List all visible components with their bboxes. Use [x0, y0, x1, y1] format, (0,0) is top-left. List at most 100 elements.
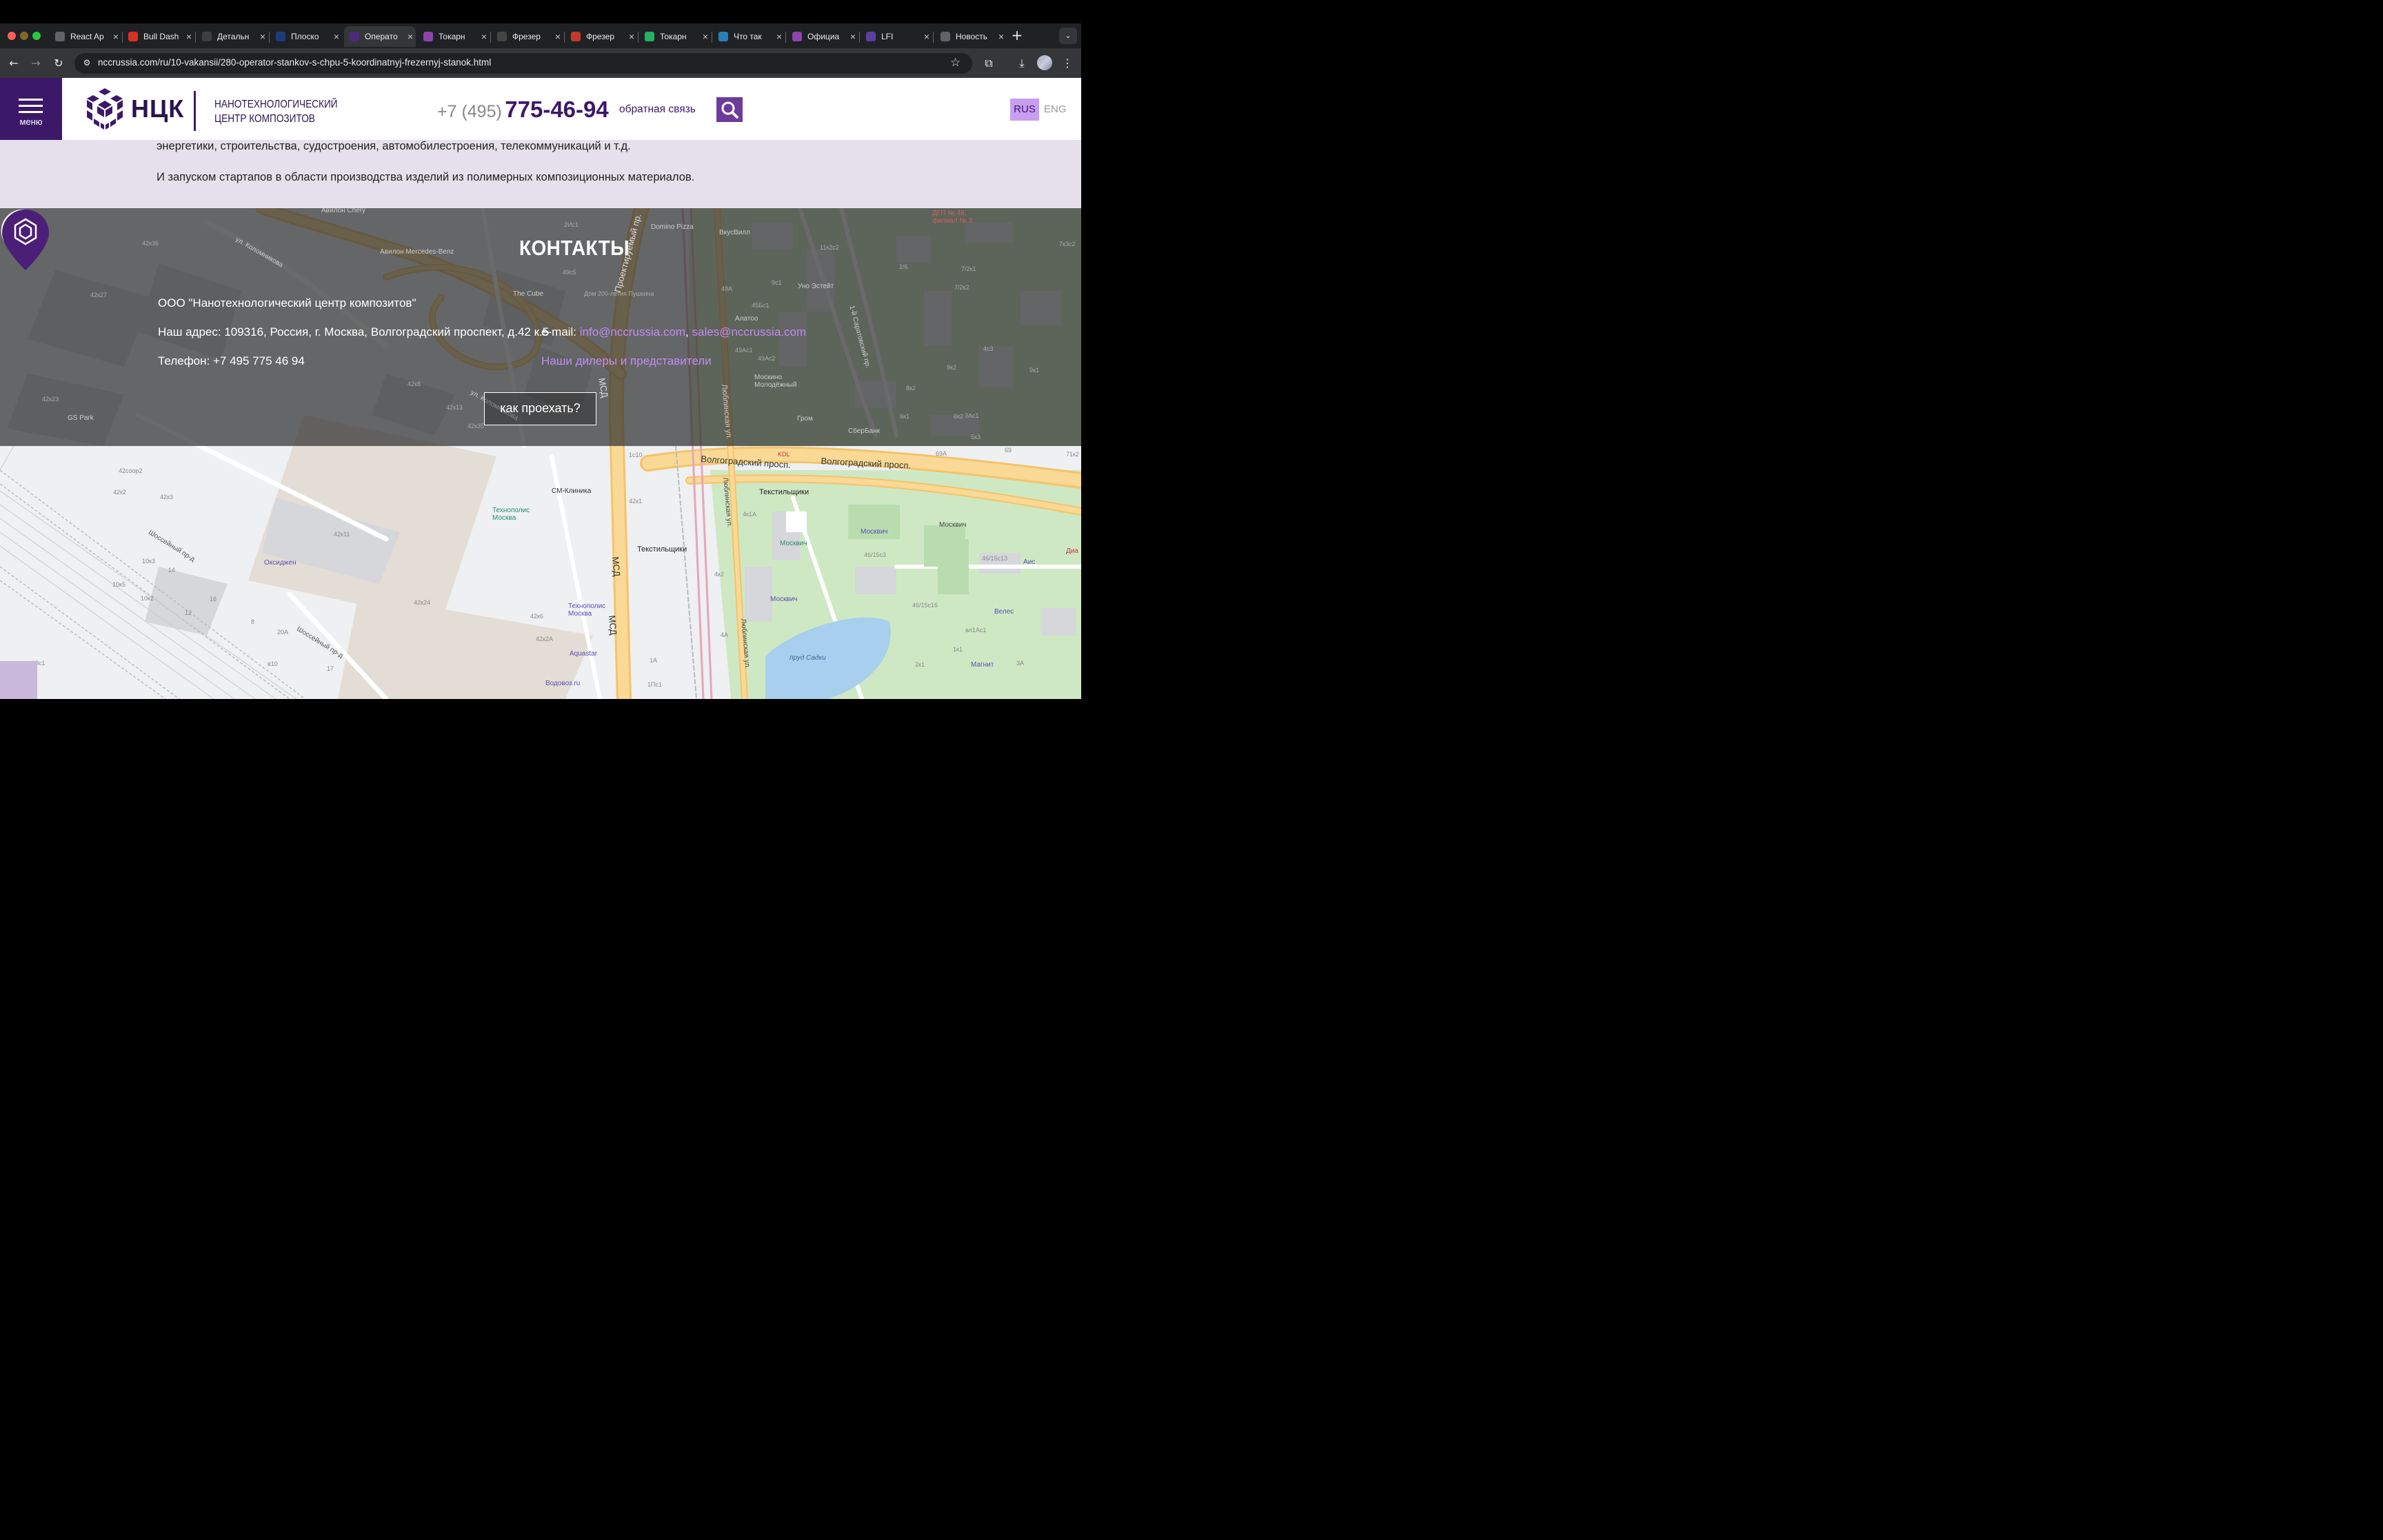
tab-close-icon[interactable]: ×	[405, 31, 416, 42]
new-tab-button[interactable]: +	[1009, 28, 1025, 43]
house-number: 2Ис1	[564, 221, 579, 228]
tab-title: Токарн	[439, 32, 465, 41]
url-text[interactable]: nccrussia.com/ru/10-vakansii/280-operato…	[98, 57, 491, 68]
browser-tab[interactable]: Что так ×	[713, 26, 785, 47]
house-number: 4А	[721, 631, 729, 638]
house-number: 7/2к1	[961, 265, 976, 272]
floating-widget[interactable]	[0, 661, 37, 699]
lang-eng-button[interactable]: ENG	[1044, 99, 1067, 121]
tab-favicon-icon	[645, 32, 654, 41]
map-label: ВкусВилл	[719, 229, 750, 236]
contacts-title: КОНТАКТЫ	[519, 236, 630, 260]
tab-close-icon[interactable]: ×	[331, 31, 342, 42]
tab-separator	[195, 32, 196, 43]
logo-text[interactable]: НЦК	[131, 94, 184, 123]
house-number: 42к1	[629, 498, 642, 505]
email-info-link[interactable]: info@nccrussia.com	[580, 325, 685, 338]
tab-close-icon[interactable]: ×	[626, 31, 637, 42]
address-bar[interactable]: ⚙ nccrussia.com/ru/10-vakansii/280-opera…	[74, 53, 972, 74]
tab-close-icon[interactable]: ×	[257, 31, 268, 42]
lang-rus-button[interactable]: RUS	[1010, 99, 1039, 121]
profile-avatar[interactable]	[1037, 55, 1052, 70]
email-sales-link[interactable]: sales@nccrussia.com	[692, 325, 807, 338]
browser-tab[interactable]: Токарн ×	[639, 26, 711, 47]
house-number: 42к27	[90, 292, 107, 298]
tab-search-chevron-icon[interactable]: ⌄	[1059, 28, 1077, 44]
tab-favicon-icon	[202, 32, 212, 41]
route-button[interactable]: как проехать?	[484, 392, 596, 425]
house-number: 10к3	[142, 558, 155, 565]
logo-cube-icon[interactable]	[84, 87, 125, 131]
house-number: 42к3	[160, 494, 173, 500]
tab-close-icon[interactable]: ×	[921, 31, 932, 42]
dealers-link[interactable]: Наши дилеры и представители	[541, 354, 712, 368]
tab-close-icon[interactable]: ×	[552, 31, 563, 42]
search-button[interactable]	[716, 97, 743, 122]
house-number: вл1Ас1	[965, 627, 987, 634]
bookmark-star-icon[interactable]: ☆	[950, 56, 961, 70]
map-label: Москино Молодёжный	[754, 374, 797, 389]
reload-icon[interactable]: ↻	[51, 56, 66, 71]
site-settings-icon[interactable]: ⚙	[81, 58, 92, 69]
extensions-puzzle-icon[interactable]: ⧉	[981, 55, 997, 72]
browser-menu-icon[interactable]: ⋮	[1059, 55, 1076, 72]
browser-tab[interactable]: Плоско ×	[270, 26, 342, 47]
browser-tab[interactable]: Официа ×	[787, 26, 858, 47]
minimize-window-button[interactable]	[20, 32, 28, 40]
house-number: 3А	[1016, 660, 1025, 667]
house-number: 3Ас1	[965, 412, 979, 419]
house-number: 42к13	[446, 404, 463, 411]
tab-close-icon[interactable]: ×	[847, 31, 858, 42]
tab-title: Фрезер	[512, 32, 541, 41]
menu-button[interactable]: меню	[0, 78, 62, 140]
house-number: 6к1	[900, 413, 909, 420]
header-phone[interactable]: +7 (495) 775-46-94	[437, 97, 609, 123]
map-label: The Cube	[513, 290, 543, 298]
tab-close-icon[interactable]: ×	[700, 31, 711, 42]
tab-close-icon[interactable]: ×	[774, 31, 785, 42]
hamburger-icon	[19, 99, 43, 117]
house-number: 1к1	[953, 646, 963, 653]
browser-tab[interactable]: Фрезер ×	[565, 26, 637, 47]
browser-tab[interactable]: Детальн ×	[197, 26, 268, 47]
map-label: Уно Эстейт	[798, 283, 834, 290]
tab-favicon-icon	[792, 32, 802, 41]
map-label: GS Park	[68, 414, 94, 422]
email-line: e-mail: info@nccrussia.com, sales@nccrus…	[541, 325, 806, 339]
contacts-map-section[interactable]: Авилон Chery Авилон Mercedes-Benz The Cu…	[0, 208, 1081, 699]
close-window-button[interactable]	[8, 32, 16, 40]
tab-close-icon[interactable]: ×	[996, 31, 1007, 42]
tab-close-icon[interactable]: ×	[479, 31, 490, 42]
map-label: Москвич	[939, 521, 967, 529]
tab-favicon-icon	[350, 32, 359, 41]
map-label: Авилон Chery	[321, 208, 366, 214]
logo-divider	[194, 91, 196, 131]
tab-title: Что так	[734, 32, 762, 41]
phone-prefix: +7 (495)	[437, 102, 502, 121]
downloads-icon[interactable]: ⤓	[1014, 55, 1030, 72]
browser-tab[interactable]: LFI ×	[861, 26, 932, 47]
browser-tab[interactable]: Операто ×	[344, 26, 416, 47]
browser-tab[interactable]: Новость ×	[935, 26, 1007, 47]
logo-subtitle: НАНОТЕХНОЛОГИЧЕСКИЙ ЦЕНТР КОМПОЗИТОВ	[214, 97, 338, 126]
tab-favicon-icon	[718, 32, 728, 41]
maximize-window-button[interactable]	[32, 32, 41, 40]
tab-title: Новость	[956, 32, 988, 41]
logo-subtitle-line2: ЦЕНТР КОМПОЗИТОВ	[214, 113, 315, 125]
menu-label: меню	[19, 116, 43, 127]
back-arrow-icon[interactable]: ←	[6, 56, 21, 71]
house-number: 5к3	[971, 434, 981, 440]
browser-tab[interactable]: Токарн ×	[418, 26, 490, 47]
tab-close-icon[interactable]: ×	[110, 31, 121, 42]
tab-title: Токарн	[660, 32, 687, 41]
browser-tab[interactable]: Фрезер ×	[492, 26, 563, 47]
feedback-link[interactable]: обратная связь	[619, 103, 696, 116]
location-pin-icon[interactable]	[0, 208, 51, 272]
tab-close-icon[interactable]: ×	[183, 31, 194, 42]
forward-arrow-icon[interactable]: →	[28, 56, 43, 71]
browser-tab[interactable]: Bull Dash ×	[123, 26, 194, 47]
logo-subtitle-line1: НАНОТЕХНОЛОГИЧЕСКИЙ	[214, 99, 338, 110]
house-number: 6к2	[954, 413, 963, 420]
map-label: Водовоз.ru	[545, 680, 581, 687]
browser-tab[interactable]: React Ap ×	[50, 26, 121, 47]
